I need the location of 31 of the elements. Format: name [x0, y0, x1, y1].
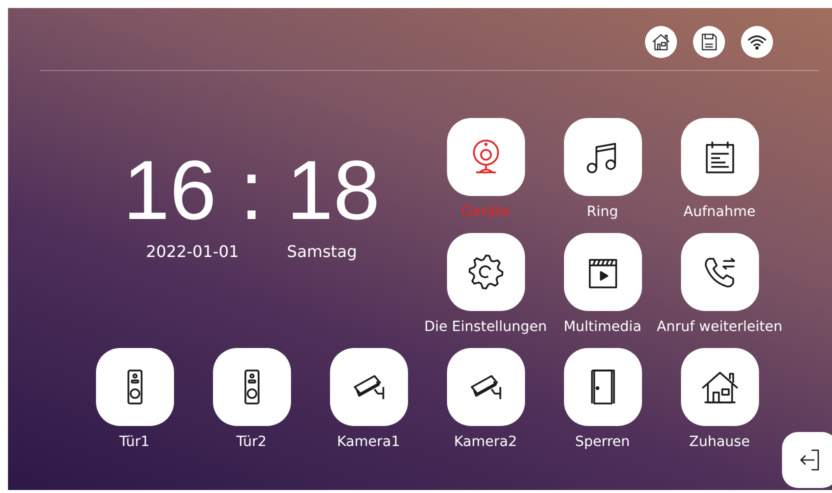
- floppy-disk-icon[interactable]: [693, 26, 725, 58]
- app-label: Die Einstellungen: [424, 319, 547, 335]
- app-tile[interactable]: [564, 348, 642, 426]
- app-tile[interactable]: [680, 233, 758, 311]
- app-tile[interactable]: [96, 348, 174, 426]
- app-label: Sperren: [575, 434, 630, 450]
- app-label: Ring: [586, 204, 618, 220]
- app-label: Geräte: [462, 204, 510, 220]
- app-tile[interactable]: [680, 118, 758, 196]
- app-tile[interactable]: [564, 118, 642, 196]
- app-tile[interactable]: [212, 348, 290, 426]
- app-tile[interactable]: [446, 118, 524, 196]
- app-label: Multimedia: [564, 319, 642, 335]
- app-label: Tür1: [119, 434, 150, 450]
- back-button[interactable]: [782, 432, 832, 488]
- app-label: Zuhause: [689, 434, 750, 450]
- app-label: Aufnahme: [684, 204, 756, 220]
- app-tile[interactable]: [680, 348, 758, 426]
- app-tile[interactable]: [330, 348, 408, 426]
- app-label: Kamera1: [336, 434, 400, 450]
- app-label: Tür2: [236, 434, 267, 450]
- date-text: 2022-01-01: [146, 242, 239, 261]
- app-tile[interactable]: [446, 233, 524, 311]
- house-icon[interactable]: [645, 26, 677, 58]
- app-tile[interactable]: [564, 233, 642, 311]
- wifi-icon[interactable]: [741, 26, 773, 58]
- weekday-text: Samstag: [286, 242, 358, 261]
- clock-time: 16 : 18: [123, 148, 380, 232]
- app-tile[interactable]: [446, 348, 524, 426]
- app-label: Kamera2: [454, 434, 517, 450]
- app-label: Anruf weiterleiten: [656, 319, 782, 335]
